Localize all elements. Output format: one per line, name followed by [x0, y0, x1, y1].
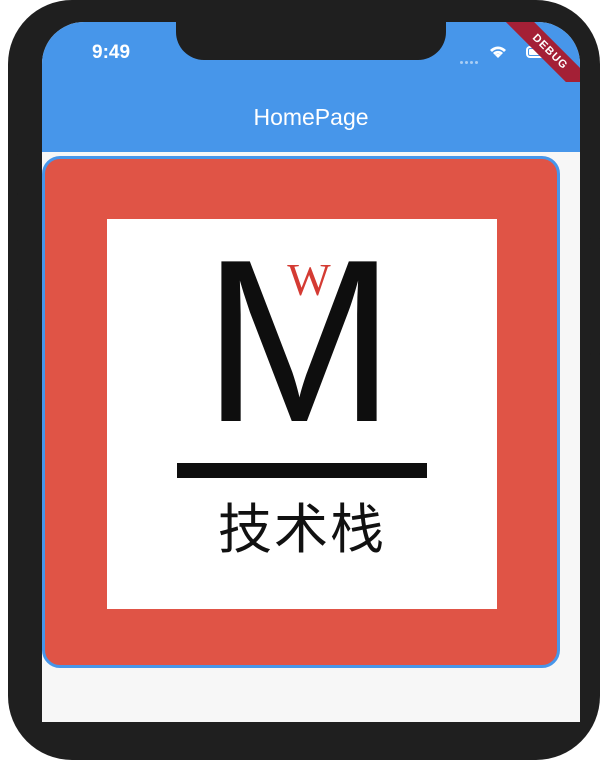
logo-image: M W 技术栈: [107, 219, 497, 609]
wifi-icon: [490, 46, 506, 58]
phone-frame: 9:49 DEBUG HomePage M W 技术栈: [8, 0, 600, 760]
status-time: 9:49: [92, 42, 131, 63]
volume-down-button: [8, 328, 18, 402]
logo-card[interactable]: M W 技术栈: [42, 156, 560, 668]
power-button: [590, 236, 600, 356]
mute-switch: [8, 152, 18, 196]
mw-logo-icon: M W: [209, 255, 389, 441]
signal-dots-icon: [460, 51, 480, 64]
app-bar: HomePage: [42, 82, 580, 152]
volume-up-button: [8, 238, 18, 312]
svg-text:W: W: [287, 255, 331, 305]
page-title: HomePage: [253, 103, 369, 130]
notch: [176, 22, 446, 60]
screen: 9:49 DEBUG HomePage M W 技术栈: [42, 22, 580, 722]
logo-caption: 技术栈: [218, 498, 386, 561]
logo-divider: [177, 463, 427, 478]
